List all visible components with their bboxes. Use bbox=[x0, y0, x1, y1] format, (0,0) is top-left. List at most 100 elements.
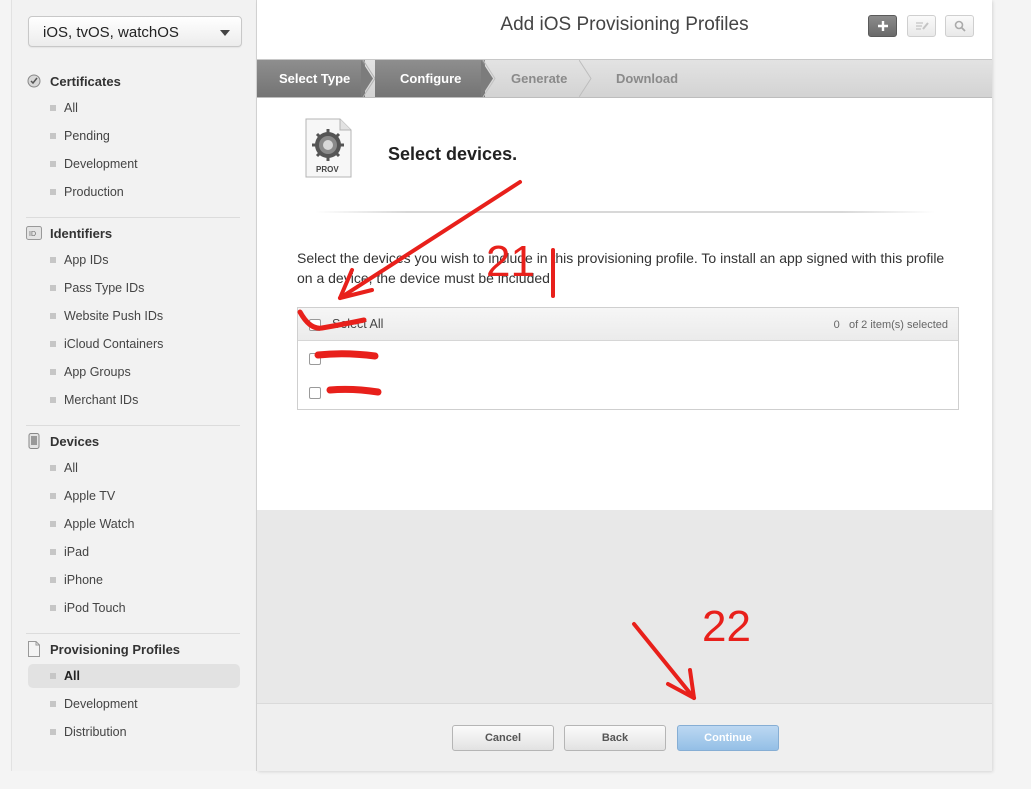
step-select-type: Select Type bbox=[257, 60, 365, 97]
bullet bbox=[50, 465, 56, 471]
sidebar-item-certificates-all[interactable]: All bbox=[28, 96, 240, 120]
empty-background-area bbox=[257, 510, 992, 703]
sidebar-item-app-ids[interactable]: App IDs bbox=[28, 248, 240, 272]
sidebar-item-label: All bbox=[64, 461, 78, 475]
bullet bbox=[50, 369, 56, 375]
device-checkbox[interactable] bbox=[309, 353, 321, 365]
bullet bbox=[50, 133, 56, 139]
step-label: Configure bbox=[400, 71, 462, 86]
bullet bbox=[50, 161, 56, 167]
sidebar-item-label: Distribution bbox=[64, 725, 127, 739]
device-table: Select All 0 of 2 item(s) selected bbox=[297, 307, 959, 410]
table-header: Select All 0 of 2 item(s) selected bbox=[298, 308, 958, 341]
sidebar-item-label: App IDs bbox=[64, 253, 109, 267]
sidebar-item-label: Pass Type IDs bbox=[64, 281, 145, 295]
cancel-button[interactable]: Cancel bbox=[452, 725, 554, 751]
sidebar-divider bbox=[26, 633, 240, 634]
bullet bbox=[50, 549, 56, 555]
icon-label: PROV bbox=[316, 165, 339, 174]
continue-button[interactable]: Continue bbox=[677, 725, 779, 751]
back-button[interactable]: Back bbox=[564, 725, 666, 751]
document-icon bbox=[26, 641, 42, 657]
provisioning-profile-icon: PROV bbox=[305, 118, 352, 178]
table-row[interactable] bbox=[298, 376, 958, 410]
select-all-checkbox[interactable] bbox=[309, 319, 321, 331]
sidebar-item-apple-tv[interactable]: Apple TV bbox=[28, 484, 240, 508]
section-title: Select devices. bbox=[388, 144, 518, 164]
chevron-down-icon bbox=[220, 30, 230, 36]
sidebar-item-ipad[interactable]: iPad bbox=[28, 540, 240, 564]
step-download: Download bbox=[597, 60, 697, 97]
sidebar-item-profiles-development[interactable]: Development bbox=[28, 692, 240, 716]
sidebar: iOS, tvOS, watchOS Certificates All Pend… bbox=[11, 0, 257, 771]
divider bbox=[315, 211, 935, 213]
svg-text:ID: ID bbox=[29, 231, 36, 238]
sidebar-item-label: All bbox=[64, 101, 78, 115]
sidebar-item-label: Apple Watch bbox=[64, 517, 135, 531]
sidebar-section-title: Devices bbox=[50, 433, 100, 449]
bullet bbox=[50, 397, 56, 403]
device-checkbox[interactable] bbox=[309, 387, 321, 399]
step-label: Generate bbox=[511, 71, 568, 86]
bullet bbox=[50, 105, 56, 111]
sidebar-item-iphone[interactable]: iPhone bbox=[28, 568, 240, 592]
sidebar-item-label: Production bbox=[64, 185, 124, 199]
sidebar-item-label: Development bbox=[64, 697, 138, 711]
sidebar-item-label: App Groups bbox=[64, 365, 131, 379]
selected-count: 0 of 2 item(s) selected bbox=[834, 319, 948, 331]
sidebar-item-profiles-distribution[interactable]: Distribution bbox=[28, 720, 240, 744]
sidebar-item-pass-type-ids[interactable]: Pass Type IDs bbox=[28, 276, 240, 300]
sidebar-section-header: Provisioning Profiles bbox=[26, 640, 180, 658]
selected-count-number: 0 bbox=[833, 319, 840, 331]
certificate-icon bbox=[26, 73, 42, 89]
step-progress-bar: Select Type Configure Generate Download bbox=[257, 59, 992, 98]
sidebar-item-icloud-containers[interactable]: iCloud Containers bbox=[28, 332, 240, 356]
sidebar-section-header: Devices bbox=[26, 432, 99, 450]
content-area: PROV Select devices. Select the devices … bbox=[257, 98, 992, 510]
sidebar-item-certificates-pending[interactable]: Pending bbox=[28, 124, 240, 148]
bullet bbox=[50, 673, 56, 679]
sidebar-item-label: iPhone bbox=[64, 573, 103, 587]
step-separator-icon bbox=[579, 60, 592, 97]
add-button[interactable] bbox=[868, 15, 897, 37]
bullet bbox=[50, 285, 56, 291]
sidebar-item-label: iPod Touch bbox=[64, 601, 126, 615]
step-generate: Generate bbox=[495, 60, 585, 97]
platform-dropdown-label: iOS, tvOS, watchOS bbox=[43, 24, 179, 41]
sidebar-item-merchant-ids[interactable]: Merchant IDs bbox=[28, 388, 240, 412]
sidebar-item-label: iCloud Containers bbox=[64, 337, 164, 351]
platform-dropdown[interactable]: iOS, tvOS, watchOS bbox=[28, 16, 242, 47]
sidebar-section-header: ID Identifiers bbox=[26, 224, 112, 242]
add-icon bbox=[877, 21, 888, 31]
sidebar-section-title: Certificates bbox=[50, 73, 121, 89]
table-row[interactable] bbox=[298, 342, 958, 376]
sidebar-item-label: Website Push IDs bbox=[64, 309, 164, 323]
search-button[interactable] bbox=[945, 15, 974, 37]
bullet bbox=[50, 313, 56, 319]
sidebar-item-ipod-touch[interactable]: iPod Touch bbox=[28, 596, 240, 620]
sidebar-item-certificates-production[interactable]: Production bbox=[28, 180, 240, 204]
sidebar-item-devices-all[interactable]: All bbox=[28, 456, 240, 480]
instructions-text: Select the devices you wish to include i… bbox=[297, 250, 945, 286]
step-label: Download bbox=[616, 71, 679, 86]
step-label: Select Type bbox=[279, 71, 351, 86]
sidebar-item-app-groups[interactable]: App Groups bbox=[28, 360, 240, 384]
footer-bar: Cancel Back Continue bbox=[257, 703, 992, 771]
sidebar-section-header: Certificates bbox=[26, 72, 121, 90]
id-icon: ID bbox=[26, 225, 42, 241]
sidebar-section-title: Identifiers bbox=[50, 225, 113, 241]
bullet bbox=[50, 189, 56, 195]
edit-button[interactable] bbox=[907, 15, 936, 37]
sidebar-item-label: Apple TV bbox=[64, 489, 116, 503]
sidebar-item-label: Development bbox=[64, 157, 138, 171]
bullet bbox=[50, 577, 56, 583]
sidebar-item-certificates-development[interactable]: Development bbox=[28, 152, 240, 176]
bullet bbox=[50, 257, 56, 263]
sidebar-item-apple-watch[interactable]: Apple Watch bbox=[28, 512, 240, 536]
bullet bbox=[50, 521, 56, 527]
sidebar-item-website-push-ids[interactable]: Website Push IDs bbox=[28, 304, 240, 328]
bullet bbox=[50, 341, 56, 347]
sidebar-item-profiles-all[interactable]: All bbox=[28, 664, 240, 688]
edit-icon bbox=[915, 22, 929, 30]
sidebar-item-label: Pending bbox=[64, 129, 110, 143]
